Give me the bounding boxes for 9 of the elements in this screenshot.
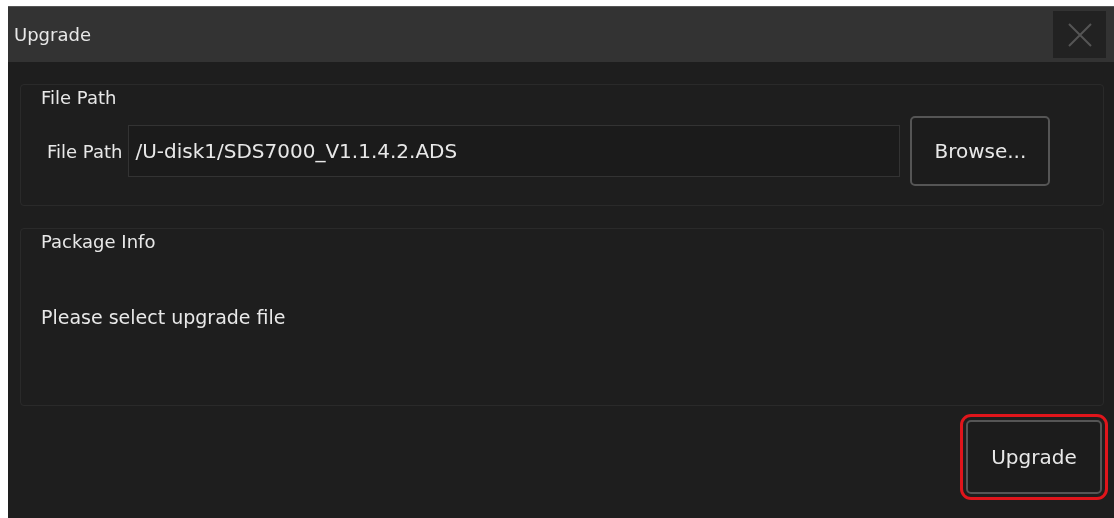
field-label: File Path <box>47 140 123 162</box>
file-path-field[interactable]: /U-disk1/SDS7000_V1.1.4.2.ADS <box>128 125 901 177</box>
browse-button[interactable]: Browse... <box>910 116 1051 186</box>
dialog-title: Upgrade <box>14 24 91 45</box>
status-message: Please select upgrade file <box>41 306 286 328</box>
close-button[interactable] <box>1053 11 1106 58</box>
group-title: File Path <box>41 87 117 108</box>
group-title: Package Info <box>41 231 156 252</box>
close-icon <box>1066 21 1093 48</box>
